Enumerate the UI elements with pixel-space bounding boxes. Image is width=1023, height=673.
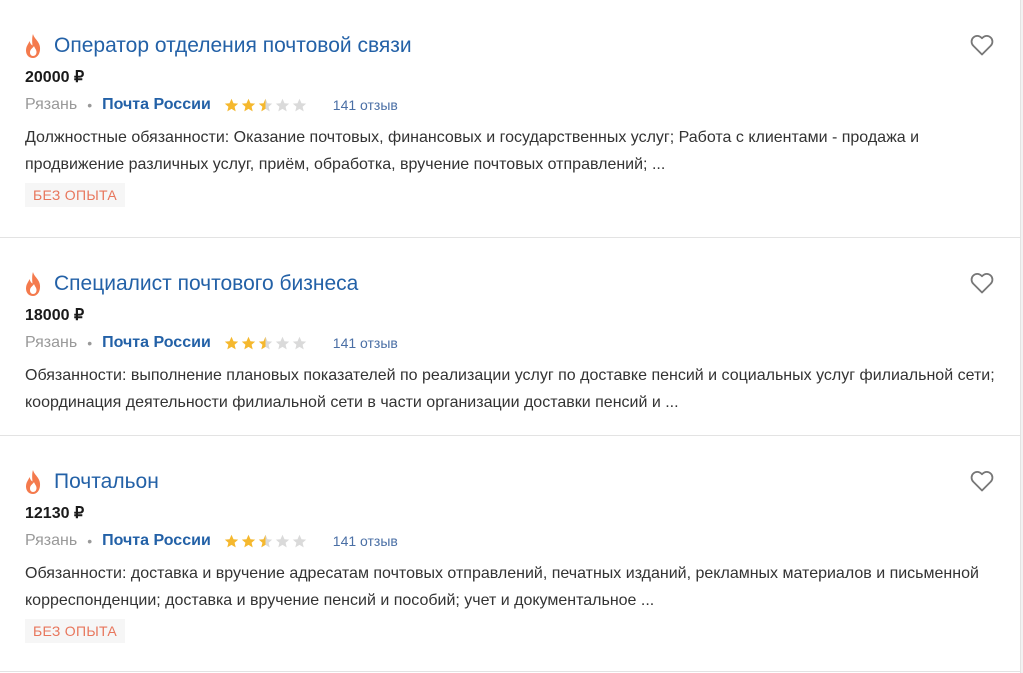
reviews-link[interactable]: 141 отзыв xyxy=(333,335,398,351)
company-rating-stars xyxy=(224,336,307,351)
company-rating-stars xyxy=(224,534,307,549)
reviews-link[interactable]: 141 отзыв xyxy=(333,533,398,549)
fire-icon xyxy=(26,470,41,494)
star-icon xyxy=(292,336,306,349)
vacancy-title-row: Почтальон xyxy=(24,466,159,498)
star-icon xyxy=(224,534,238,547)
heart-icon[interactable] xyxy=(970,470,994,492)
vacancy-city: Рязань xyxy=(25,532,78,549)
vacancy-title-link[interactable]: Оператор отделения почтовой связи xyxy=(54,33,412,59)
vacancy-meta: Рязань • Почта России 141 отзыв xyxy=(25,530,398,552)
reviews-link[interactable]: 141 отзыв xyxy=(333,97,398,113)
star-icon xyxy=(224,98,238,111)
experience-badge: БЕЗ ОПЫТА xyxy=(25,619,126,643)
vacancy-salary: 18000 ₽ xyxy=(25,307,85,324)
vacancy-title-link[interactable]: Почтальон xyxy=(54,469,159,495)
vacancy-description: Должностные обязанности: Оказание почтов… xyxy=(25,129,920,173)
vacancy-salary: 20000 ₽ xyxy=(25,69,85,86)
star-icon xyxy=(292,534,306,547)
vacancy-city: Рязань xyxy=(25,334,78,351)
vacancy-card: Оператор отделения почтовой связи 20000 … xyxy=(0,0,1020,238)
star-icon xyxy=(241,534,255,547)
meta-separator: • xyxy=(87,97,93,113)
vacancy-card: Специалист почтового бизнеса 18000 ₽ Ряз… xyxy=(0,238,1020,436)
star-icon xyxy=(241,336,255,349)
vacancy-title-row: Оператор отделения почтовой связи xyxy=(24,30,412,62)
company-link[interactable]: Почта России xyxy=(102,532,211,550)
star-icon xyxy=(275,98,289,111)
vacancy-city: Рязань xyxy=(25,96,78,113)
company-link[interactable]: Почта России xyxy=(102,334,211,352)
star-icon xyxy=(275,336,289,349)
vacancy-salary: 12130 ₽ xyxy=(25,505,85,522)
company-link[interactable]: Почта России xyxy=(102,96,211,114)
meta-separator: • xyxy=(87,335,93,351)
vacancy-meta: Рязань • Почта России 141 отзыв xyxy=(25,94,398,116)
company-rating-stars xyxy=(224,98,307,113)
fire-icon xyxy=(26,272,41,296)
star-icon xyxy=(258,98,272,111)
vacancy-description: Обязанности: доставка и вручение адресат… xyxy=(25,565,979,609)
star-icon xyxy=(224,336,238,349)
heart-icon[interactable] xyxy=(970,272,994,294)
vacancy-meta: Рязань • Почта России 141 отзыв xyxy=(25,332,398,354)
star-icon xyxy=(241,98,255,111)
vacancy-title-link[interactable]: Специалист почтового бизнеса xyxy=(54,271,358,297)
star-icon xyxy=(275,534,289,547)
experience-badge: БЕЗ ОПЫТА xyxy=(25,183,126,207)
vacancy-card: Почтальон 12130 ₽ Рязань • Почта России … xyxy=(0,436,1020,672)
vacancy-description: Обязанности: выполнение плановых показат… xyxy=(25,367,995,411)
vacancy-title-row: Специалист почтового бизнеса xyxy=(24,268,358,300)
meta-separator: • xyxy=(87,533,93,549)
star-icon xyxy=(258,534,272,547)
star-icon xyxy=(292,98,306,111)
vacancy-list: Оператор отделения почтовой связи 20000 … xyxy=(0,0,1021,673)
star-icon xyxy=(258,336,272,349)
fire-icon xyxy=(26,34,41,58)
heart-icon[interactable] xyxy=(970,34,994,56)
